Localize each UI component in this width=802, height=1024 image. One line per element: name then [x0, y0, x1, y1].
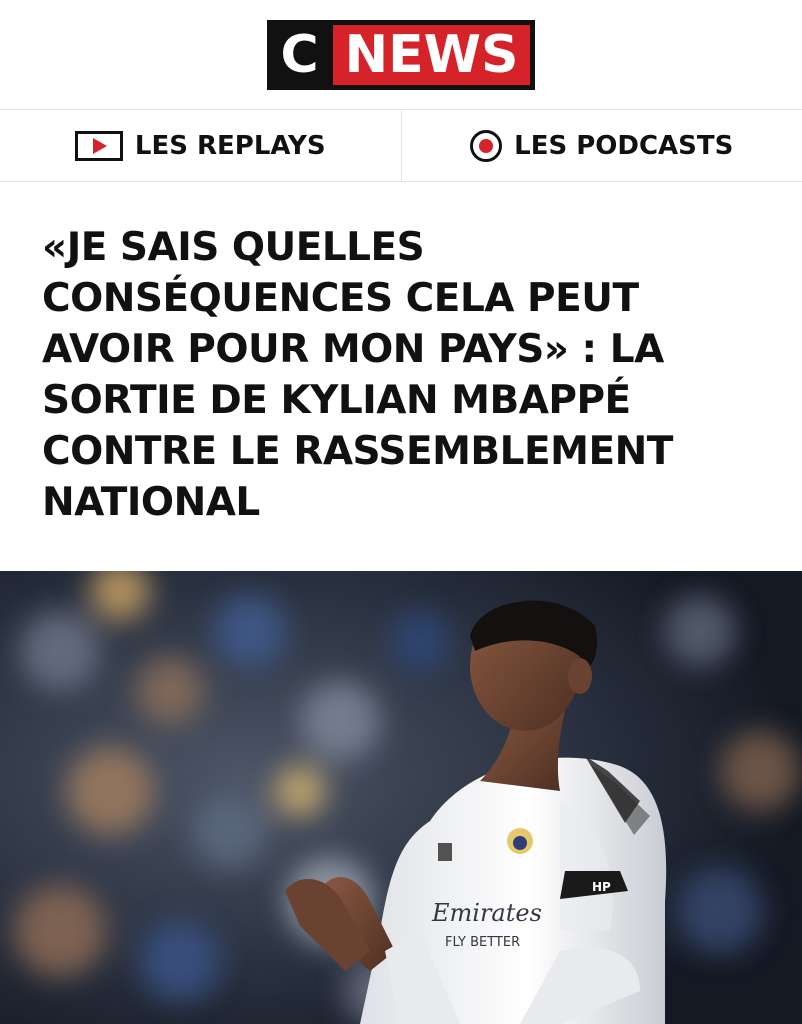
record-icon	[470, 129, 503, 162]
nav-podcasts-label: LES PODCASTS	[514, 130, 734, 161]
cnews-logo[interactable]: C NEWS	[266, 19, 536, 90]
armband-text: HP	[592, 880, 611, 894]
shirt-sponsor: Emirates	[431, 899, 542, 927]
top-nav: LES REPLAYS LES PODCASTS	[0, 110, 802, 182]
article-headline: «JE SAIS QUELLES CONSÉQUENCES CELA PEUT …	[42, 225, 673, 525]
nav-replays-label: LES REPLAYS	[134, 130, 326, 161]
crest-icon	[507, 828, 533, 854]
shirt-sponsor-tagline: FLY BETTER	[445, 935, 520, 950]
nav-replays[interactable]: LES REPLAYS	[0, 110, 401, 181]
logo-news: NEWS	[332, 19, 536, 90]
play-icon	[74, 130, 123, 161]
logo-c: C	[266, 19, 333, 90]
article-photo[interactable]: HP Emirates FLY BETTER	[0, 571, 802, 1024]
site-header: C NEWS	[0, 0, 802, 110]
photo-illustration: HP Emirates FLY BETTER	[0, 571, 802, 1024]
nav-podcasts[interactable]: LES PODCASTS	[400, 110, 802, 181]
